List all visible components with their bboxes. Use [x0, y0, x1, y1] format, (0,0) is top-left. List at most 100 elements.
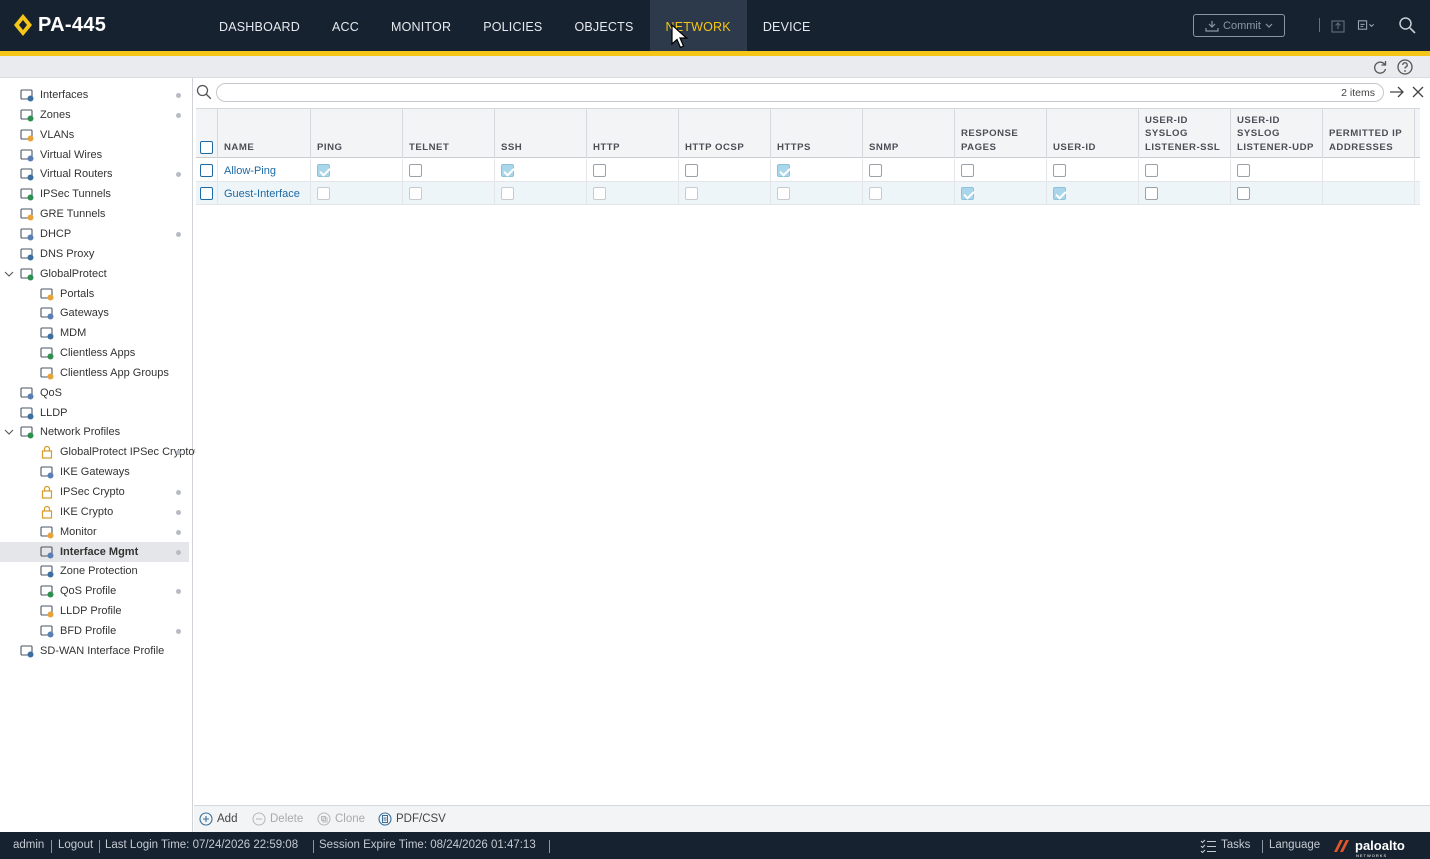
column-header-label: HTTPS [777, 141, 811, 153]
monitor-icon [40, 526, 54, 539]
lldp-icon [20, 407, 34, 420]
sidebar-item[interactable]: QoS Profile [0, 581, 189, 601]
select-all-checkbox[interactable] [200, 141, 213, 154]
sidebar-item-label: Gateways [60, 307, 109, 320]
checked-checkbox [501, 164, 514, 177]
sidebar-item[interactable]: Clientless App Groups [0, 363, 189, 383]
sidebar-item[interactable]: IPSec Crypto [0, 482, 189, 502]
sidebar-item[interactable]: Monitor [0, 522, 189, 542]
sidebar-collapse-handle[interactable]: ‹ [193, 445, 198, 469]
table-row[interactable]: Allow-Ping [196, 159, 1420, 182]
column-header[interactable]: HTTP [587, 109, 679, 158]
logo[interactable]: PA-445 [13, 13, 106, 37]
add-button[interactable]: Add [199, 812, 237, 826]
pdf-csv-button[interactable]: PDF/CSV [378, 812, 446, 826]
config-menu-icon[interactable] [1357, 16, 1375, 34]
column-header[interactable]: HTTP OCSP [679, 109, 771, 158]
column-header[interactable]: RESPONSE PAGES [955, 109, 1047, 158]
sidebar-item[interactable]: IPSec Tunnels [0, 184, 189, 204]
lock-config-icon[interactable] [1329, 16, 1347, 34]
column-header[interactable]: USER-ID [1047, 109, 1139, 158]
action-bar: Add Delete Clone PDF/CSV [194, 805, 1430, 832]
permitted-ip-cell [1323, 182, 1415, 205]
sidebar-item[interactable]: DNS Proxy [0, 244, 189, 264]
delete-button[interactable]: Delete [252, 812, 303, 826]
sidebar-item-label: Interface Mgmt [60, 545, 139, 558]
column-header[interactable]: PERMITTED IP ADDRESSES [1323, 109, 1415, 158]
sidebar-item[interactable]: BFD Profile [0, 621, 189, 641]
row-select-checkbox[interactable] [200, 187, 213, 200]
sidebar-item[interactable]: MDM [0, 323, 189, 343]
sidebar-item[interactable]: IKE Gateways [0, 462, 189, 482]
sidebar-item[interactable]: IKE Crypto [0, 502, 189, 522]
nav-device[interactable]: DEVICE [747, 0, 827, 51]
status-dot [176, 93, 181, 98]
flag-cell [863, 159, 955, 182]
username[interactable]: admin [13, 839, 44, 851]
sidebar-item[interactable]: Network Profiles [0, 422, 189, 442]
sidebar-item[interactable]: LLDP Profile [0, 601, 189, 621]
column-header[interactable]: TELNET [403, 109, 495, 158]
column-header[interactable]: USER-ID SYSLOG LISTENER-UDP [1231, 109, 1323, 158]
sidebar-item[interactable]: Virtual Wires [0, 145, 189, 165]
logout-link[interactable]: Logout [58, 839, 93, 851]
column-header[interactable]: PING [311, 109, 403, 158]
nav-network[interactable]: NETWORK [649, 0, 747, 51]
sidebar-item[interactable]: Interface Mgmt [0, 541, 189, 562]
sidebar-item[interactable]: Interfaces [0, 85, 189, 105]
refresh-icon[interactable] [1371, 58, 1389, 76]
chevron-down-icon[interactable] [4, 427, 14, 437]
sidebar-item[interactable]: SD-WAN Interface Profile [0, 641, 189, 661]
sidebar-item[interactable]: Zone Protection [0, 561, 189, 581]
portals-icon [40, 287, 54, 300]
sidebar-item[interactable]: Zones [0, 105, 189, 125]
profile-name-link[interactable]: Guest-Interface [224, 188, 300, 200]
sidebar-item[interactable]: GlobalProtect IPSec Crypto [0, 442, 195, 462]
sidebar-item[interactable]: QoS [0, 383, 189, 403]
sidebar-item[interactable]: Virtual Routers [0, 164, 189, 184]
clone-button[interactable]: Clone [317, 812, 365, 826]
sidebar-item[interactable]: VLANs [0, 125, 189, 145]
status-separator [549, 840, 550, 853]
filter-input[interactable]: 2 items [216, 83, 1384, 102]
nav-objects[interactable]: OBJECTS [558, 0, 649, 51]
unchecked-checkbox [777, 187, 790, 200]
sidebar-item[interactable]: Gateways [0, 303, 189, 323]
column-header-label: RESPONSE PAGES [961, 128, 1019, 153]
language-link[interactable]: Language [1269, 839, 1320, 851]
commit-button[interactable]: Commit [1193, 14, 1285, 37]
column-header[interactable]: USER-ID SYSLOG LISTENER-SSL [1139, 109, 1231, 158]
help-icon[interactable] [1396, 58, 1414, 76]
nav-monitor[interactable]: MONITOR [375, 0, 467, 51]
sidebar-item[interactable]: GlobalProtect [0, 264, 189, 284]
clear-filter-icon[interactable] [1411, 85, 1425, 99]
nav-dashboard[interactable]: DASHBOARD [203, 0, 316, 51]
profile-name-link[interactable]: Allow-Ping [224, 165, 276, 177]
apply-filter-icon[interactable] [1389, 85, 1405, 99]
nav-policies[interactable]: POLICIES [467, 0, 558, 51]
flag-cell [495, 182, 587, 205]
search-icon[interactable] [1398, 16, 1416, 34]
sidebar-item[interactable]: Clientless Apps [0, 343, 189, 363]
checked-checkbox [317, 164, 330, 177]
table-row[interactable]: Guest-Interface [196, 182, 1420, 205]
sidebar-item-label: Portals [60, 287, 95, 300]
nav-acc[interactable]: ACC [316, 0, 375, 51]
column-header[interactable]: SSH [495, 109, 587, 158]
column-header-label: HTTP [593, 141, 621, 153]
sidebar-item-label: VLANs [40, 128, 75, 141]
unchecked-checkbox [593, 187, 606, 200]
tasks-link[interactable]: Tasks [1221, 839, 1250, 851]
column-header[interactable]: SNMP [863, 109, 955, 158]
column-header[interactable]: NAME [218, 109, 311, 158]
sidebar-item[interactable]: GRE Tunnels [0, 204, 189, 224]
flag-cell [311, 182, 403, 205]
sidebar-item[interactable]: DHCP [0, 224, 189, 244]
sidebar-item[interactable]: LLDP [0, 403, 189, 423]
chevron-down-icon[interactable] [4, 269, 14, 279]
row-select-checkbox[interactable] [200, 164, 213, 177]
unchecked-checkbox [869, 164, 882, 177]
sidebar-item[interactable]: Portals [0, 284, 189, 304]
column-header-label: SSH [501, 141, 523, 153]
column-header[interactable]: HTTPS [771, 109, 863, 158]
